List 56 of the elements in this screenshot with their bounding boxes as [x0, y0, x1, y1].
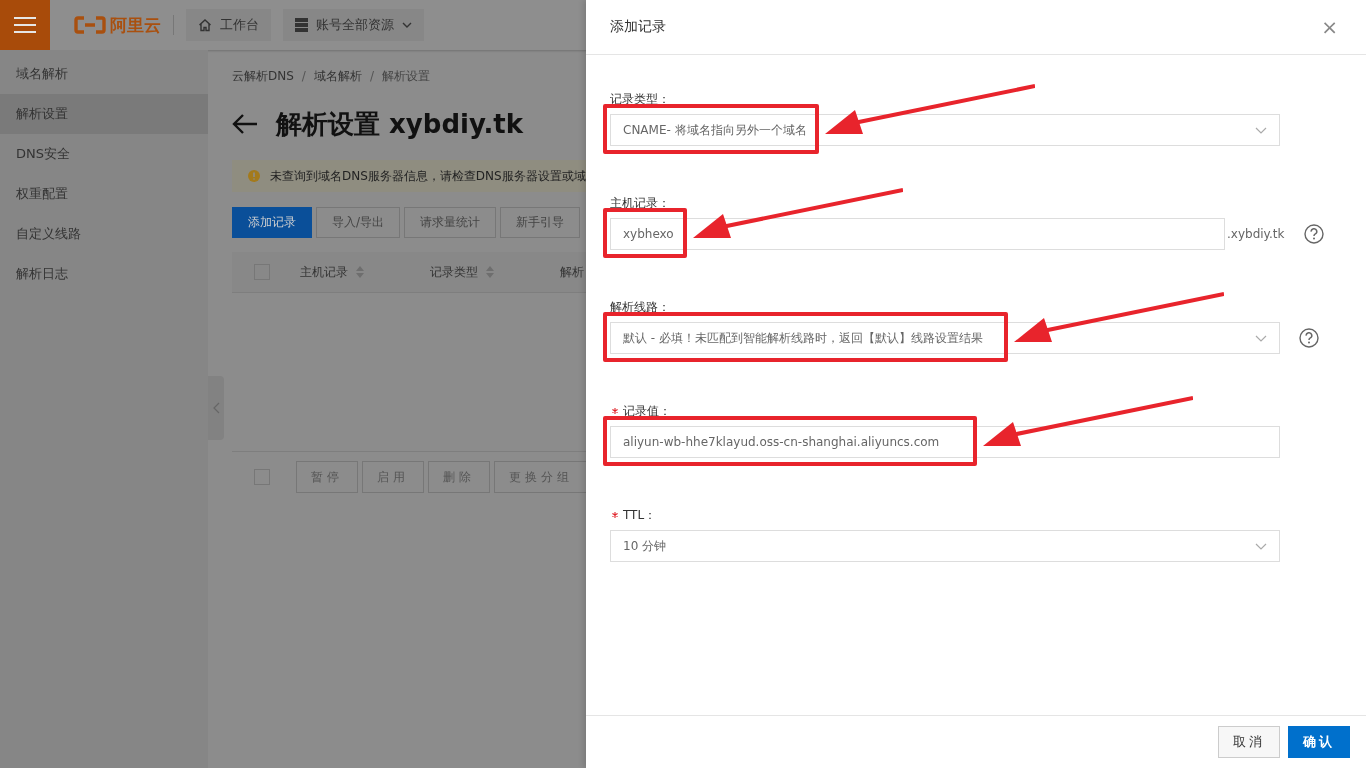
sort-icon[interactable]	[356, 266, 364, 278]
sidebar-item[interactable]: 自定义线路	[0, 214, 208, 254]
breadcrumb-item[interactable]: 域名解析	[313, 67, 362, 85]
toolbar-button[interactable]: 导入/导出	[316, 207, 401, 238]
chevron-left-icon	[212, 402, 220, 414]
breadcrumb-separator: /	[301, 69, 306, 83]
logo-text: 阿里云	[110, 13, 161, 37]
column-header: 解析	[560, 263, 584, 281]
column-header: 记录类型	[430, 263, 478, 281]
alert-text: 未查询到域名DNS服务器信息，请检查DNS服务器设置或域	[270, 167, 586, 185]
nav-button[interactable]: 工作台	[186, 9, 271, 41]
collapse-handle[interactable]	[208, 376, 224, 440]
home-icon	[198, 18, 212, 32]
server-icon	[295, 18, 308, 32]
chevron-down-icon	[1255, 334, 1267, 342]
breadcrumb-item: 解析设置	[381, 67, 430, 85]
breadcrumb-separator: /	[369, 69, 374, 83]
field-label: TTL：	[623, 506, 657, 524]
help-icon[interactable]	[1304, 224, 1324, 244]
select-field[interactable]: CNAME- 将域名指向另外一个域名	[610, 114, 1280, 146]
drawer-title: 添加记录	[610, 18, 666, 36]
chevron-down-icon	[1255, 126, 1267, 134]
select-field[interactable]: 10 分钟	[610, 530, 1280, 562]
footer-button[interactable]: 取消	[1218, 726, 1280, 758]
nav-button[interactable]: 账号全部资源	[283, 9, 424, 41]
input-field[interactable]: aliyun-wb-hhe7klayud.oss-cn-shanghai.aliyuncs.com	[610, 426, 1280, 458]
field-label: 解析线路：	[610, 298, 670, 316]
column-header: 主机记录	[300, 263, 348, 281]
required-mark-icon	[612, 512, 618, 518]
logo-icon	[74, 16, 106, 34]
menu-button[interactable]	[0, 0, 50, 50]
warning-icon	[248, 170, 260, 182]
help-icon[interactable]	[1299, 328, 1319, 348]
field-label: 主机记录：	[610, 194, 670, 212]
toolbar-button[interactable]: 新手引导	[500, 207, 581, 238]
sidebar-item[interactable]: 解析设置	[0, 94, 208, 134]
domain-suffix: .xybdiy.tk	[1227, 227, 1285, 241]
page-title: 解析设置 xybdiy.tk	[276, 107, 524, 141]
toolbar-button[interactable]: 请求量统计	[404, 207, 497, 238]
input-field[interactable]: xybhexo	[610, 218, 1225, 250]
select-field[interactable]: 默认 - 必填！未匹配到智能解析线路时，返回【默认】线路设置结果	[610, 322, 1280, 354]
back-arrow-icon[interactable]	[232, 113, 258, 135]
sidebar-item[interactable]: 权重配置	[0, 174, 208, 214]
menu-icon	[14, 17, 36, 33]
sidebar-item[interactable]: DNS安全	[0, 134, 208, 174]
footer-button[interactable]: 确认	[1288, 726, 1350, 758]
close-button[interactable]: ×	[1317, 15, 1342, 39]
sidebar-item[interactable]: 域名解析	[0, 54, 208, 94]
toolbar-button[interactable]: 添加记录	[232, 207, 312, 238]
field-label: 记录值：	[623, 402, 671, 420]
field-label: 记录类型：	[610, 90, 670, 108]
sort-icon[interactable]	[486, 266, 494, 278]
breadcrumb-item[interactable]: 云解析DNS	[232, 67, 294, 85]
sidebar-item[interactable]: 解析日志	[0, 254, 208, 294]
chevron-down-icon	[1255, 542, 1267, 550]
required-mark-icon	[612, 408, 618, 414]
